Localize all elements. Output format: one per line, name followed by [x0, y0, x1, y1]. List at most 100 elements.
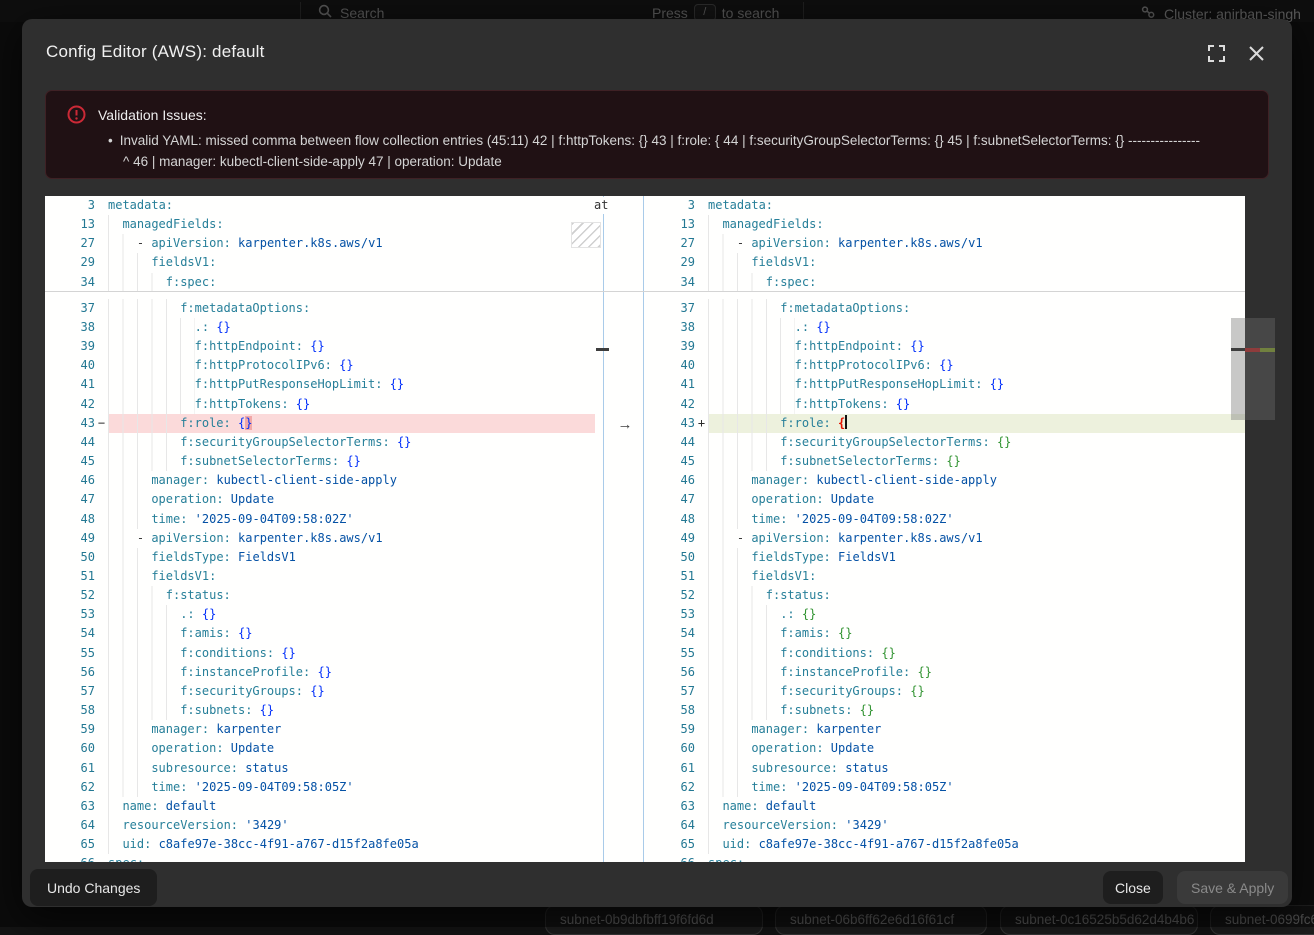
- close-icon[interactable]: [1248, 45, 1266, 63]
- modified-line-37[interactable]: 37f:metadataOptions:: [645, 299, 1245, 318]
- modified-line-61[interactable]: 61subresource: status: [645, 759, 1245, 778]
- modified-line-63[interactable]: 63name: default: [645, 797, 1245, 816]
- modified-line-59[interactable]: 59manager: karpenter: [645, 720, 1245, 739]
- line-number: 45: [45, 452, 95, 471]
- original-line-41[interactable]: 41f:httpPutResponseHopLimit: {}: [45, 375, 595, 394]
- original-line-51[interactable]: 51fieldsV1:: [45, 567, 595, 586]
- original-line-42[interactable]: 42f:httpTokens: {}: [45, 395, 595, 414]
- code-text: - apiVersion: karpenter.k8s.aws/v1: [708, 234, 1245, 253]
- original-line-63[interactable]: 63name: default: [45, 797, 595, 816]
- original-line-62[interactable]: 62time: '2025-09-04T09:58:05Z': [45, 778, 595, 797]
- diff-sign: [95, 299, 108, 318]
- original-line-64[interactable]: 64resourceVersion: '3429': [45, 816, 595, 835]
- original-line-50[interactable]: 50fieldsType: FieldsV1: [45, 548, 595, 567]
- undo-changes-button[interactable]: Undo Changes: [30, 869, 157, 906]
- original-line-45[interactable]: 45f:subnetSelectorTerms: {}: [45, 452, 595, 471]
- yaml-diff-editor[interactable]: 3metadata:13managedFields:27- apiVersion…: [45, 196, 1245, 862]
- fullscreen-icon[interactable]: [1208, 45, 1226, 63]
- original-sticky-line-13[interactable]: 13managedFields:: [45, 215, 595, 234]
- modified-line-52[interactable]: 52f:status:: [645, 586, 1245, 605]
- modified-line-47[interactable]: 47operation: Update: [645, 490, 1245, 509]
- original-line-48[interactable]: 48time: '2025-09-04T09:58:02Z': [45, 510, 595, 529]
- original-line-37[interactable]: 37f:metadataOptions:: [45, 299, 595, 318]
- modified-line-50[interactable]: 50fieldsType: FieldsV1: [645, 548, 1245, 567]
- original-line-40[interactable]: 40f:httpProtocolIPv6: {}: [45, 356, 595, 375]
- modified-line-39[interactable]: 39f:httpEndpoint: {}: [645, 337, 1245, 356]
- clipped-text-fragment: at: [594, 197, 614, 214]
- modified-line-40[interactable]: 40f:httpProtocolIPv6: {}: [645, 356, 1245, 375]
- modified-line-56[interactable]: 56f:instanceProfile: {}: [645, 663, 1245, 682]
- diff-revert-arrow[interactable]: →: [603, 415, 647, 434]
- line-number: 49: [645, 529, 695, 548]
- modified-line-43[interactable]: 43+f:role: {: [645, 414, 1245, 433]
- original-line-55[interactable]: 55f:conditions: {}: [45, 644, 595, 663]
- modified-line-54[interactable]: 54f:amis: {}: [645, 624, 1245, 643]
- original-line-65[interactable]: 65uid: c8afe97e-38cc-4f91-a767-d15f2a8fe…: [45, 835, 595, 854]
- modified-line-44[interactable]: 44f:securityGroupSelectorTerms: {}: [645, 433, 1245, 452]
- original-line-59[interactable]: 59manager: karpenter: [45, 720, 595, 739]
- diff-pane-modified[interactable]: 3metadata:13managedFields:27- apiVersion…: [645, 196, 1245, 862]
- original-line-44[interactable]: 44f:securityGroupSelectorTerms: {}: [45, 433, 595, 452]
- modified-code-lines: 37f:metadataOptions:38.: {}39f:httpEndpo…: [645, 292, 1245, 862]
- modified-line-64[interactable]: 64resourceVersion: '3429': [645, 816, 1245, 835]
- code-text: operation: Update: [708, 739, 1245, 758]
- original-line-52[interactable]: 52f:status:: [45, 586, 595, 605]
- code-text: resourceVersion: '3429': [108, 816, 595, 835]
- original-line-46[interactable]: 46manager: kubectl-client-side-apply: [45, 471, 595, 490]
- modified-line-53[interactable]: 53.: {}: [645, 605, 1245, 624]
- modified-sticky-line-27[interactable]: 27- apiVersion: karpenter.k8s.aws/v1: [645, 234, 1245, 253]
- modified-line-48[interactable]: 48time: '2025-09-04T09:58:02Z': [645, 510, 1245, 529]
- collapsed-region-hatch[interactable]: [571, 222, 601, 248]
- original-line-47[interactable]: 47operation: Update: [45, 490, 595, 509]
- original-sticky-line-34[interactable]: 34f:spec:: [45, 273, 595, 292]
- modified-line-42[interactable]: 42f:httpTokens: {}: [645, 395, 1245, 414]
- diff-gutter-border-right: [643, 196, 644, 862]
- validation-line-2: ^ 46 | manager: kubectl-client-side-appl…: [123, 154, 502, 169]
- modified-line-60[interactable]: 60operation: Update: [645, 739, 1245, 758]
- original-sticky-line-27[interactable]: 27- apiVersion: karpenter.k8s.aws/v1: [45, 234, 595, 253]
- modified-line-38[interactable]: 38.: {}: [645, 318, 1245, 337]
- original-line-39[interactable]: 39f:httpEndpoint: {}: [45, 337, 595, 356]
- original-line-60[interactable]: 60operation: Update: [45, 739, 595, 758]
- modified-line-66[interactable]: 66spec:: [645, 854, 1245, 862]
- modified-sticky-line-13[interactable]: 13managedFields:: [645, 215, 1245, 234]
- modified-line-62[interactable]: 62time: '2025-09-04T09:58:05Z': [645, 778, 1245, 797]
- original-line-43[interactable]: 43−f:role: {}: [45, 414, 595, 433]
- diff-sign: [95, 356, 108, 375]
- modified-line-65[interactable]: 65uid: c8afe97e-38cc-4f91-a767-d15f2a8fe…: [645, 835, 1245, 854]
- code-text: manager: karpenter: [108, 720, 595, 739]
- original-line-56[interactable]: 56f:instanceProfile: {}: [45, 663, 595, 682]
- modified-line-51[interactable]: 51fieldsV1:: [645, 567, 1245, 586]
- original-line-49[interactable]: 49- apiVersion: karpenter.k8s.aws/v1: [45, 529, 595, 548]
- original-line-54[interactable]: 54f:amis: {}: [45, 624, 595, 643]
- diff-sign: [695, 605, 708, 624]
- modified-sticky-line-34[interactable]: 34f:spec:: [645, 273, 1245, 292]
- close-button[interactable]: Close: [1103, 871, 1163, 904]
- modified-line-55[interactable]: 55f:conditions: {}: [645, 644, 1245, 663]
- code-text: f:amis: {}: [708, 624, 1245, 643]
- modified-sticky-line-29[interactable]: 29fieldsV1:: [645, 253, 1245, 272]
- modified-line-46[interactable]: 46manager: kubectl-client-side-apply: [645, 471, 1245, 490]
- modified-sticky-line-3[interactable]: 3metadata:: [645, 196, 1245, 215]
- original-line-61[interactable]: 61subresource: status: [45, 759, 595, 778]
- original-line-66[interactable]: 66spec:: [45, 854, 595, 862]
- save-apply-button[interactable]: Save & Apply: [1177, 871, 1288, 904]
- diff-pane-original[interactable]: 3metadata:13managedFields:27- apiVersion…: [45, 196, 595, 862]
- line-number: 51: [645, 567, 695, 586]
- modal-scrollbar-thumb[interactable]: [1245, 318, 1275, 420]
- original-sticky-line-29[interactable]: 29fieldsV1:: [45, 253, 595, 272]
- code-text: time: '2025-09-04T09:58:02Z': [108, 510, 595, 529]
- original-line-53[interactable]: 53.: {}: [45, 605, 595, 624]
- modified-line-49[interactable]: 49- apiVersion: karpenter.k8s.aws/v1: [645, 529, 1245, 548]
- code-text: f:httpEndpoint: {}: [708, 337, 1245, 356]
- modified-line-58[interactable]: 58f:subnets: {}: [645, 701, 1245, 720]
- line-number: 3: [645, 196, 695, 215]
- modified-line-57[interactable]: 57f:securityGroups: {}: [645, 682, 1245, 701]
- original-line-38[interactable]: 38.: {}: [45, 318, 595, 337]
- editor-scrollbar-slider[interactable]: [1231, 318, 1245, 420]
- original-line-58[interactable]: 58f:subnets: {}: [45, 701, 595, 720]
- original-line-57[interactable]: 57f:securityGroups: {}: [45, 682, 595, 701]
- modified-line-41[interactable]: 41f:httpPutResponseHopLimit: {}: [645, 375, 1245, 394]
- original-sticky-line-3[interactable]: 3metadata:: [45, 196, 595, 215]
- modified-line-45[interactable]: 45f:subnetSelectorTerms: {}: [645, 452, 1245, 471]
